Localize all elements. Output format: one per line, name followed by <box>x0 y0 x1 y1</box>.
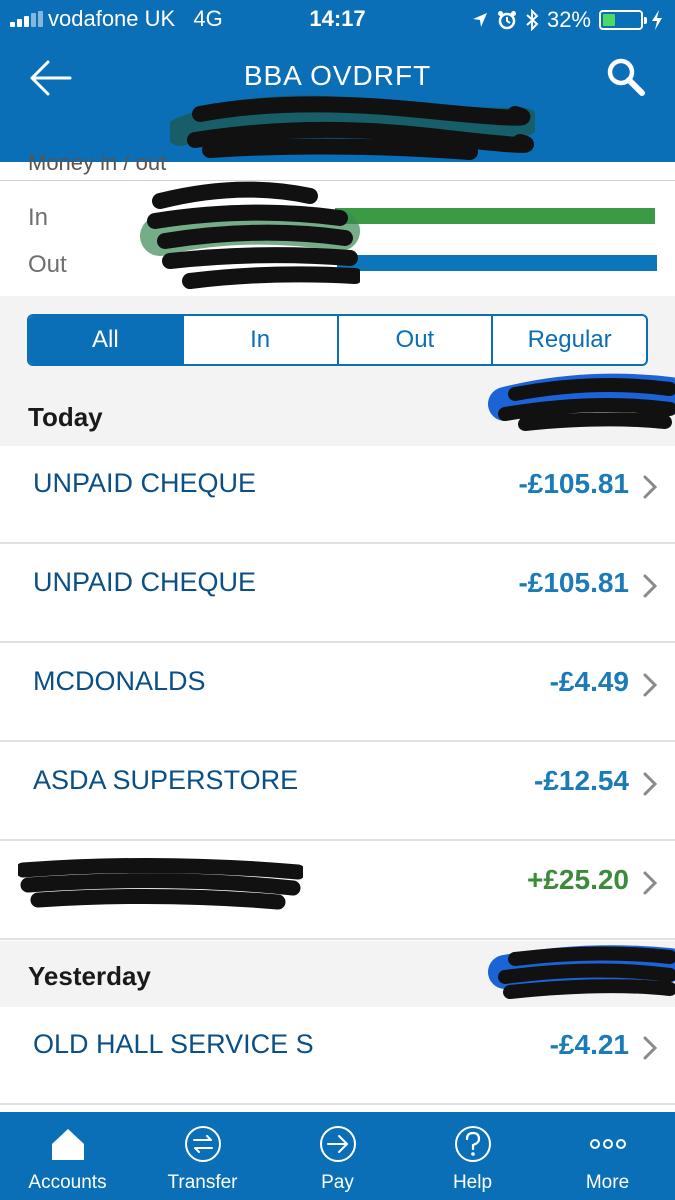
transaction-name: ASDA SUPERSTORE <box>33 765 299 795</box>
tab-help[interactable]: Help <box>405 1112 540 1200</box>
transaction-name: UNPAID CHEQUE <box>33 567 257 597</box>
tab-transfer[interactable]: Transfer <box>135 1112 270 1200</box>
transaction-row[interactable]: ASDA SUPERSTORE -£12.54 <box>0 743 675 841</box>
transaction-row[interactable]: UNPAID CHEQUE -£105.81 <box>0 446 675 544</box>
chevron-right-icon <box>643 772 658 796</box>
transaction-row[interactable]: +£25.20 <box>0 842 675 940</box>
filter-in-label: In <box>250 326 271 353</box>
redaction-scribble <box>488 373 675 431</box>
section-header-today: Today <box>0 373 675 446</box>
battery-percent: 32% <box>546 7 591 32</box>
tab-label: More <box>585 1172 630 1193</box>
chevron-right-icon <box>643 574 658 598</box>
redaction-scribble <box>140 181 360 289</box>
more-icon <box>589 1139 626 1149</box>
money-out-bar <box>337 255 657 271</box>
app-header: BBA OVDRFT <box>0 40 675 162</box>
alarm-icon <box>497 11 516 30</box>
transaction-amount: -£12.54 <box>534 765 629 796</box>
section-label: Yesterday <box>28 961 151 991</box>
tab-label: Help <box>452 1172 493 1193</box>
tab-more[interactable]: More <box>540 1112 675 1200</box>
tab-label: Pay <box>321 1172 354 1193</box>
status-indicators: 32% <box>471 6 663 34</box>
transaction-amount: -£4.21 <box>549 1029 629 1060</box>
transaction-row[interactable]: MCDONALDS -£4.49 <box>0 644 675 742</box>
filter-out-label: Out <box>395 326 435 353</box>
money-in-label: In <box>28 204 49 231</box>
transaction-amount: +£25.20 <box>527 864 629 895</box>
transaction-name: OLD HALL SERVICE S <box>33 1029 314 1059</box>
pay-icon <box>319 1126 356 1162</box>
filter-all[interactable]: All <box>29 316 184 364</box>
transaction-amount: -£4.49 <box>549 666 629 697</box>
chevron-right-icon <box>643 475 658 499</box>
status-bar: vodafone UK 4G 14:17 32% <box>0 0 675 40</box>
filter-regular-label: Regular <box>527 326 612 353</box>
tab-label: Accounts <box>28 1172 107 1193</box>
transaction-row[interactable]: OLD HALL SERVICE S -£4.21 <box>0 1007 675 1105</box>
location-icon <box>472 13 487 27</box>
bluetooth-icon <box>526 9 539 31</box>
transaction-filter: All In Out Regular <box>27 314 648 366</box>
transaction-amount: -£105.81 <box>518 468 629 499</box>
redaction-scribble <box>18 857 303 910</box>
transfer-icon <box>184 1126 221 1162</box>
tab-accounts[interactable]: Accounts <box>0 1112 135 1200</box>
battery-icon <box>599 10 647 30</box>
transaction-name: UNPAID CHEQUE <box>33 468 257 498</box>
tab-label: Transfer <box>167 1172 238 1193</box>
charging-icon <box>652 10 662 30</box>
account-title: BBA OVDRFT <box>243 60 432 91</box>
section-label: Today <box>28 402 103 432</box>
summary-heading: Money in / out <box>28 150 167 175</box>
transaction-row[interactable]: UNPAID CHEQUE -£105.81 <box>0 545 675 643</box>
section-header-yesterday: Yesterday <box>0 941 675 1007</box>
filter-regular[interactable]: Regular <box>493 316 646 364</box>
transaction-amount: -£105.81 <box>518 567 629 598</box>
redaction-scribble <box>170 95 535 160</box>
transaction-name: MCDONALDS <box>33 666 206 696</box>
home-icon <box>51 1129 84 1160</box>
battery-fill <box>603 14 615 26</box>
money-in-out-summary: Money in / out In Out <box>0 150 675 296</box>
money-in-bar <box>335 208 655 224</box>
help-icon <box>454 1126 491 1162</box>
tab-pay[interactable]: Pay <box>270 1112 405 1200</box>
search-icon[interactable] <box>605 56 647 98</box>
bottom-tab-bar: Accounts Transfer Pay Help More <box>0 1112 675 1200</box>
filter-in[interactable]: In <box>184 316 339 364</box>
chevron-right-icon <box>643 673 658 697</box>
filter-all-label: All <box>92 326 119 353</box>
chevron-right-icon <box>643 871 658 895</box>
redaction-scribble <box>488 945 675 999</box>
chevron-right-icon <box>643 1036 658 1060</box>
money-out-label: Out <box>28 251 67 278</box>
filter-out[interactable]: Out <box>339 316 494 364</box>
